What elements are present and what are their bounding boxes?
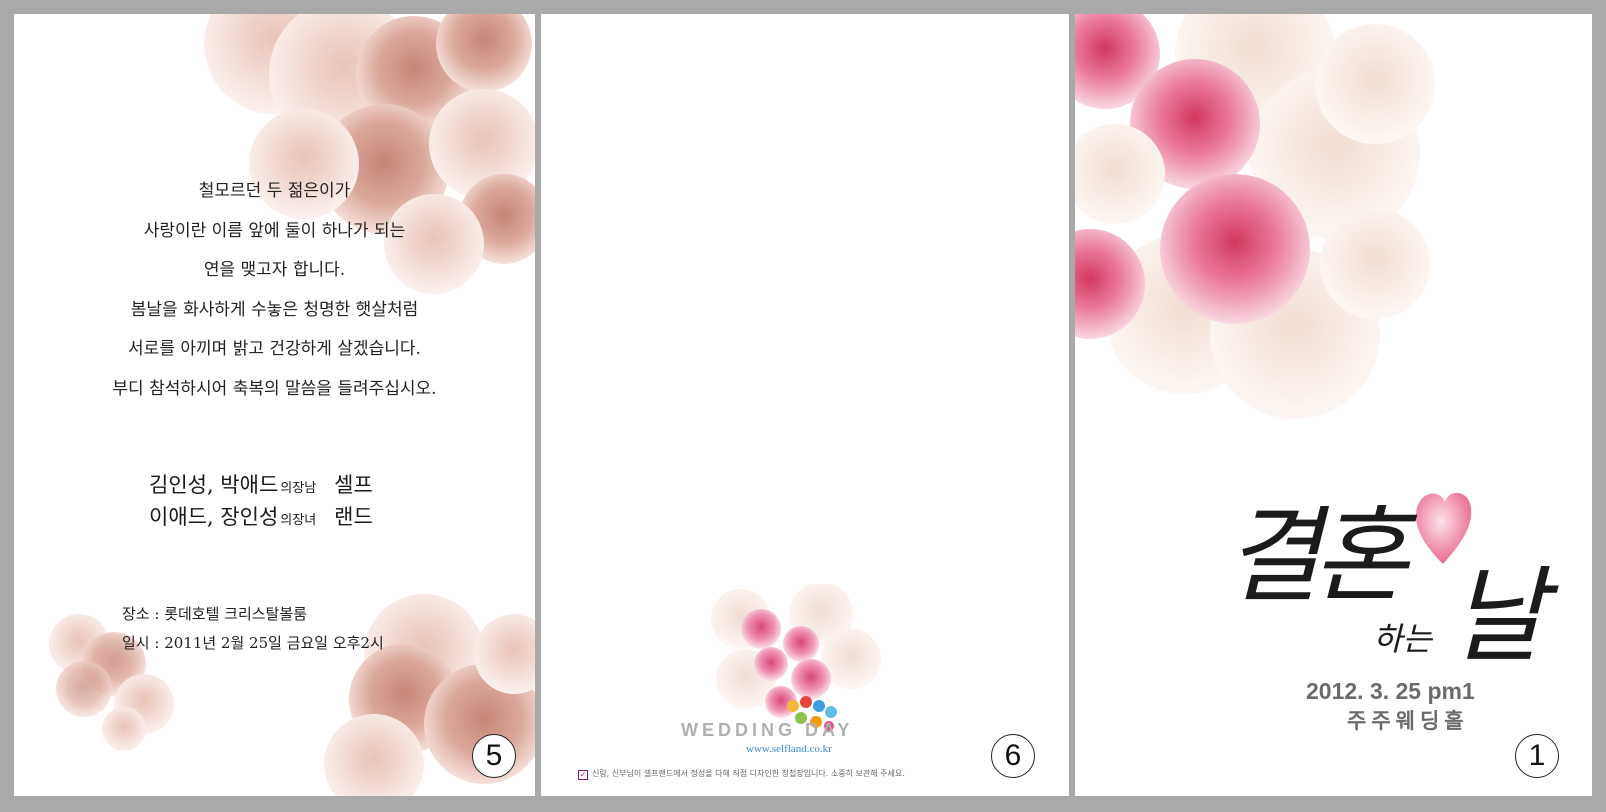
groom-name: 셀프 [334, 473, 373, 497]
family-names: 김인성, 박애드 의장남 셀프 이애드, 장인성 의장녀 랜드 [149, 469, 373, 533]
invitation-poem: 철모르던 두 젊은이가 사랑이란 이름 앞에 둘이 하나가 되는 연을 맺고자 … [14, 172, 535, 409]
rose-decoration-cover [1075, 14, 1435, 419]
event-info: 장소 : 롯데호텔 크리스탈볼룸 일시 : 2011년 2월 25일 금요일 오… [122, 600, 384, 658]
event-datetime: 일시 : 2011년 2월 25일 금요일 오후2시 [122, 634, 384, 652]
panel-page-5: 철모르던 두 젊은이가 사랑이란 이름 앞에 둘이 하나가 되는 연을 맺고자 … [14, 14, 535, 796]
logo-url: www.selfland.co.kr [746, 743, 832, 755]
poem-line: 철모르던 두 젊은이가 [198, 181, 351, 201]
groom-parents: 김인성, 박애드 [149, 473, 279, 497]
cover-date: 2012. 3. 25 pm1 [1306, 678, 1475, 704]
panel-page-6: WEDDING DAY www.selfland.co.kr ✓ 신랑, 신부님이… [541, 14, 1069, 796]
poem-line: 서로를 아끼며 밝고 건강하게 살겠습니다. [128, 339, 421, 359]
cover-title-day: 날 [1450, 555, 1546, 677]
page-number-1: 1 [1515, 734, 1559, 778]
bride-name: 랜드 [334, 505, 373, 529]
groom-relation: 의장남 [280, 481, 317, 496]
cover-title-main: 결혼 [1225, 495, 1408, 617]
panel-page-1: 결혼 하는 날 2012. 3. 25 pm1 주주웨딩홀 1 [1075, 14, 1592, 796]
cover-title-small: 하는 [1373, 620, 1432, 658]
poem-line: 부디 참석하시어 축복의 말씀을 들려주십시오. [112, 378, 437, 399]
event-place: 장소 : 롯데호텔 크리스탈볼룸 [122, 605, 307, 623]
bride-parents: 이애드, 장인성 [149, 505, 279, 529]
wedding-day-logo-text: WEDDING DAY [681, 720, 854, 740]
checkbox-icon: ✓ [578, 770, 588, 780]
groom-row: 김인성, 박애드 의장남 셀프 [149, 469, 373, 501]
page-number-5: 5 [472, 734, 516, 778]
bride-row: 이애드, 장인성 의장녀 랜드 [149, 501, 373, 533]
notice-text: ✓ 신랑, 신부님이 셀프랜드에서 정성을 다해 직접 디자인한 청첩장입니다. … [578, 768, 998, 780]
cover-venue: 주주웨딩홀 [1347, 709, 1469, 733]
page-number-6: 6 [991, 734, 1035, 778]
bride-relation: 의장녀 [280, 513, 317, 528]
notice-label: 신랑, 신부님이 셀프랜드에서 정성을 다해 직접 디자인한 청첩장입니다. 소… [592, 769, 905, 778]
poem-line: 연을 맺고자 합니다. [203, 260, 346, 280]
poem-line: 봄날을 화사하게 수놓은 청명한 햇살처럼 [130, 299, 419, 320]
heart-icon [1416, 492, 1472, 564]
poem-line: 사랑이란 이름 앞에 둘이 하나가 되는 [143, 220, 406, 241]
